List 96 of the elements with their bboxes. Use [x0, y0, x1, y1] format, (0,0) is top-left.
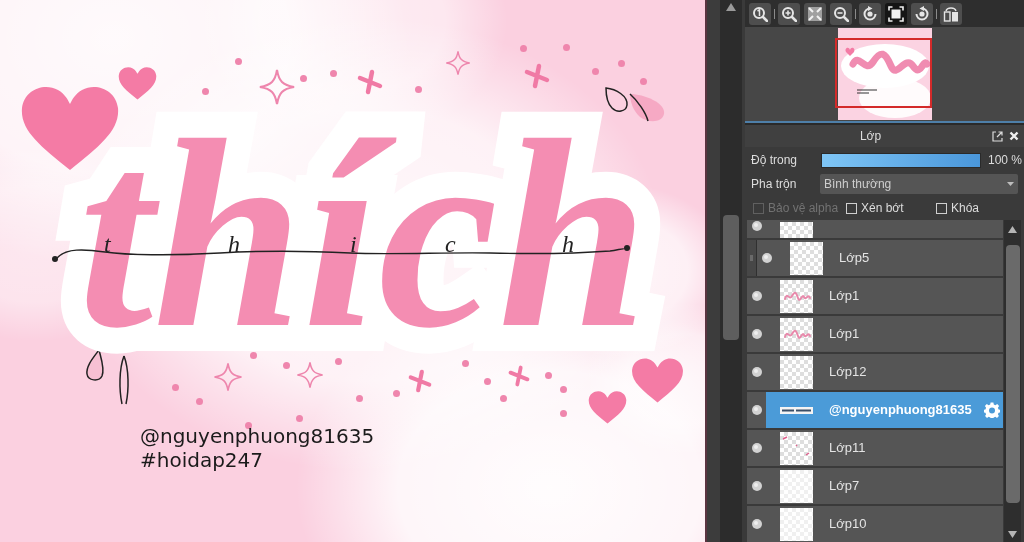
dot-icon — [330, 70, 337, 77]
dot-icon — [560, 410, 567, 417]
layer-thumbnail — [780, 469, 813, 503]
visibility-toggle[interactable] — [747, 220, 766, 238]
caret-icon — [1007, 182, 1014, 186]
corner-arrows-icon — [807, 5, 823, 22]
checkbox-label: Xén bớt — [861, 200, 904, 217]
popout-icon[interactable] — [992, 130, 1003, 142]
layer-row[interactable]: Lớp11 — [766, 430, 1003, 466]
scroll-down-arrow-icon[interactable] — [1008, 531, 1017, 538]
checkbox[interactable] — [936, 202, 947, 214]
layer-thumbnail — [780, 431, 813, 465]
rotate-right-button[interactable] — [911, 2, 933, 25]
layer-row[interactable]: Lớp7 — [766, 468, 1003, 504]
checkbox-label: Bảo vệ alpha — [768, 200, 839, 217]
dot-icon — [500, 395, 507, 402]
layer-name: Lớp5 — [839, 249, 870, 268]
visibility-toggle[interactable] — [747, 278, 766, 314]
rotate-left-button[interactable] — [859, 2, 881, 25]
dot-icon — [520, 45, 527, 52]
layer-row[interactable]: Lớp1 — [766, 278, 1003, 314]
layer-row[interactable]: Lớp1 — [766, 316, 1003, 352]
dot-icon — [592, 68, 599, 75]
magnifier-minus-icon — [833, 5, 849, 22]
layer-name: Lớp7 — [829, 477, 860, 496]
dot-icon — [235, 58, 242, 65]
scrollbar-thumb[interactable] — [1005, 245, 1020, 503]
layer-thumbnail — [780, 279, 813, 313]
layer-thumbnail — [780, 406, 813, 414]
dot-icon — [393, 390, 400, 397]
visibility-toggle[interactable] — [747, 392, 766, 428]
opacity-label: Độ trong — [751, 152, 799, 169]
fit-view-button[interactable] — [804, 2, 826, 25]
visibility-toggle[interactable] — [757, 240, 776, 276]
visibility-toggle[interactable] — [747, 468, 766, 504]
checkbox[interactable] — [846, 202, 857, 214]
signature-text: @nguyenphuong81635 — [140, 426, 375, 446]
dot-icon — [300, 75, 307, 82]
hashtag-text: #hoidap247 — [140, 450, 264, 470]
layer-name: Lớp11 — [829, 439, 866, 458]
dot-icon — [196, 398, 203, 405]
scroll-up-arrow-icon[interactable] — [726, 3, 736, 11]
zoom-actual-button[interactable] — [749, 2, 771, 25]
layer-row[interactable]: Lớp12 — [766, 354, 1003, 390]
visibility-toggle[interactable] — [747, 354, 766, 390]
visibility-toggle[interactable] — [747, 430, 766, 466]
layer-name: Lớp12 — [829, 363, 867, 382]
close-icon[interactable] — [1009, 131, 1019, 141]
cross-icon — [524, 63, 550, 89]
flip-icon — [943, 5, 959, 22]
layer-thumbnail — [780, 507, 813, 541]
heart-icon — [631, 357, 684, 403]
zoom-in-button[interactable] — [778, 2, 800, 25]
heart-icon — [588, 390, 627, 424]
layer-name: Lớp10 — [829, 515, 867, 534]
visibility-toggle[interactable] — [747, 506, 766, 542]
sparkle-icon — [445, 50, 471, 76]
layer-thumbnail — [780, 355, 813, 389]
fit-frame-button[interactable] — [885, 2, 907, 25]
layer-name: Lớp1 — [829, 325, 860, 344]
navigator-preview[interactable] — [835, 28, 933, 120]
visibility-toggle[interactable] — [747, 316, 766, 352]
layer-name: Lớp1 — [829, 287, 860, 306]
rotate-right-icon — [914, 5, 930, 22]
rotate-left-icon — [862, 5, 878, 22]
magnifier-plus-icon — [781, 5, 797, 22]
checkbox-label: Khóa — [951, 200, 980, 217]
dot-icon — [640, 78, 647, 85]
gear-icon[interactable] — [984, 402, 1000, 418]
blend-label: Pha trộn — [751, 176, 798, 193]
opacity-slider[interactable] — [821, 152, 981, 168]
layer-thumbnail — [780, 222, 813, 238]
panel-title: Lớp — [858, 128, 883, 145]
layer-row[interactable] — [766, 220, 1003, 238]
magnifier-icon — [752, 5, 768, 22]
dot-icon — [560, 386, 567, 393]
layer-thumbnail — [780, 317, 813, 351]
layer-row[interactable]: Lớp5 — [776, 240, 1003, 276]
dot-icon — [172, 384, 179, 391]
zoom-out-button[interactable] — [830, 2, 852, 25]
layer-row[interactable]: Lớp10 — [766, 506, 1003, 542]
blend-mode-dropdown[interactable]: Bình thường — [820, 174, 1018, 194]
frame-icon — [888, 5, 904, 22]
dot-icon — [245, 422, 252, 429]
scrollbar-track[interactable] — [720, 0, 742, 542]
dot-icon — [356, 395, 363, 402]
layer-name: @nguyenphuong81635 — [829, 401, 972, 420]
opacity-reading: 100 % — [988, 152, 1023, 169]
flip-button[interactable] — [940, 2, 962, 25]
scrollbar-track[interactable] — [1004, 220, 1021, 542]
dot-icon — [618, 60, 625, 67]
layer-thumbnail — [790, 241, 823, 275]
dot-icon — [296, 415, 303, 422]
scroll-up-arrow-icon[interactable] — [1008, 226, 1017, 233]
dot-icon — [563, 44, 570, 51]
scrollbar-thumb[interactable] — [723, 215, 739, 340]
